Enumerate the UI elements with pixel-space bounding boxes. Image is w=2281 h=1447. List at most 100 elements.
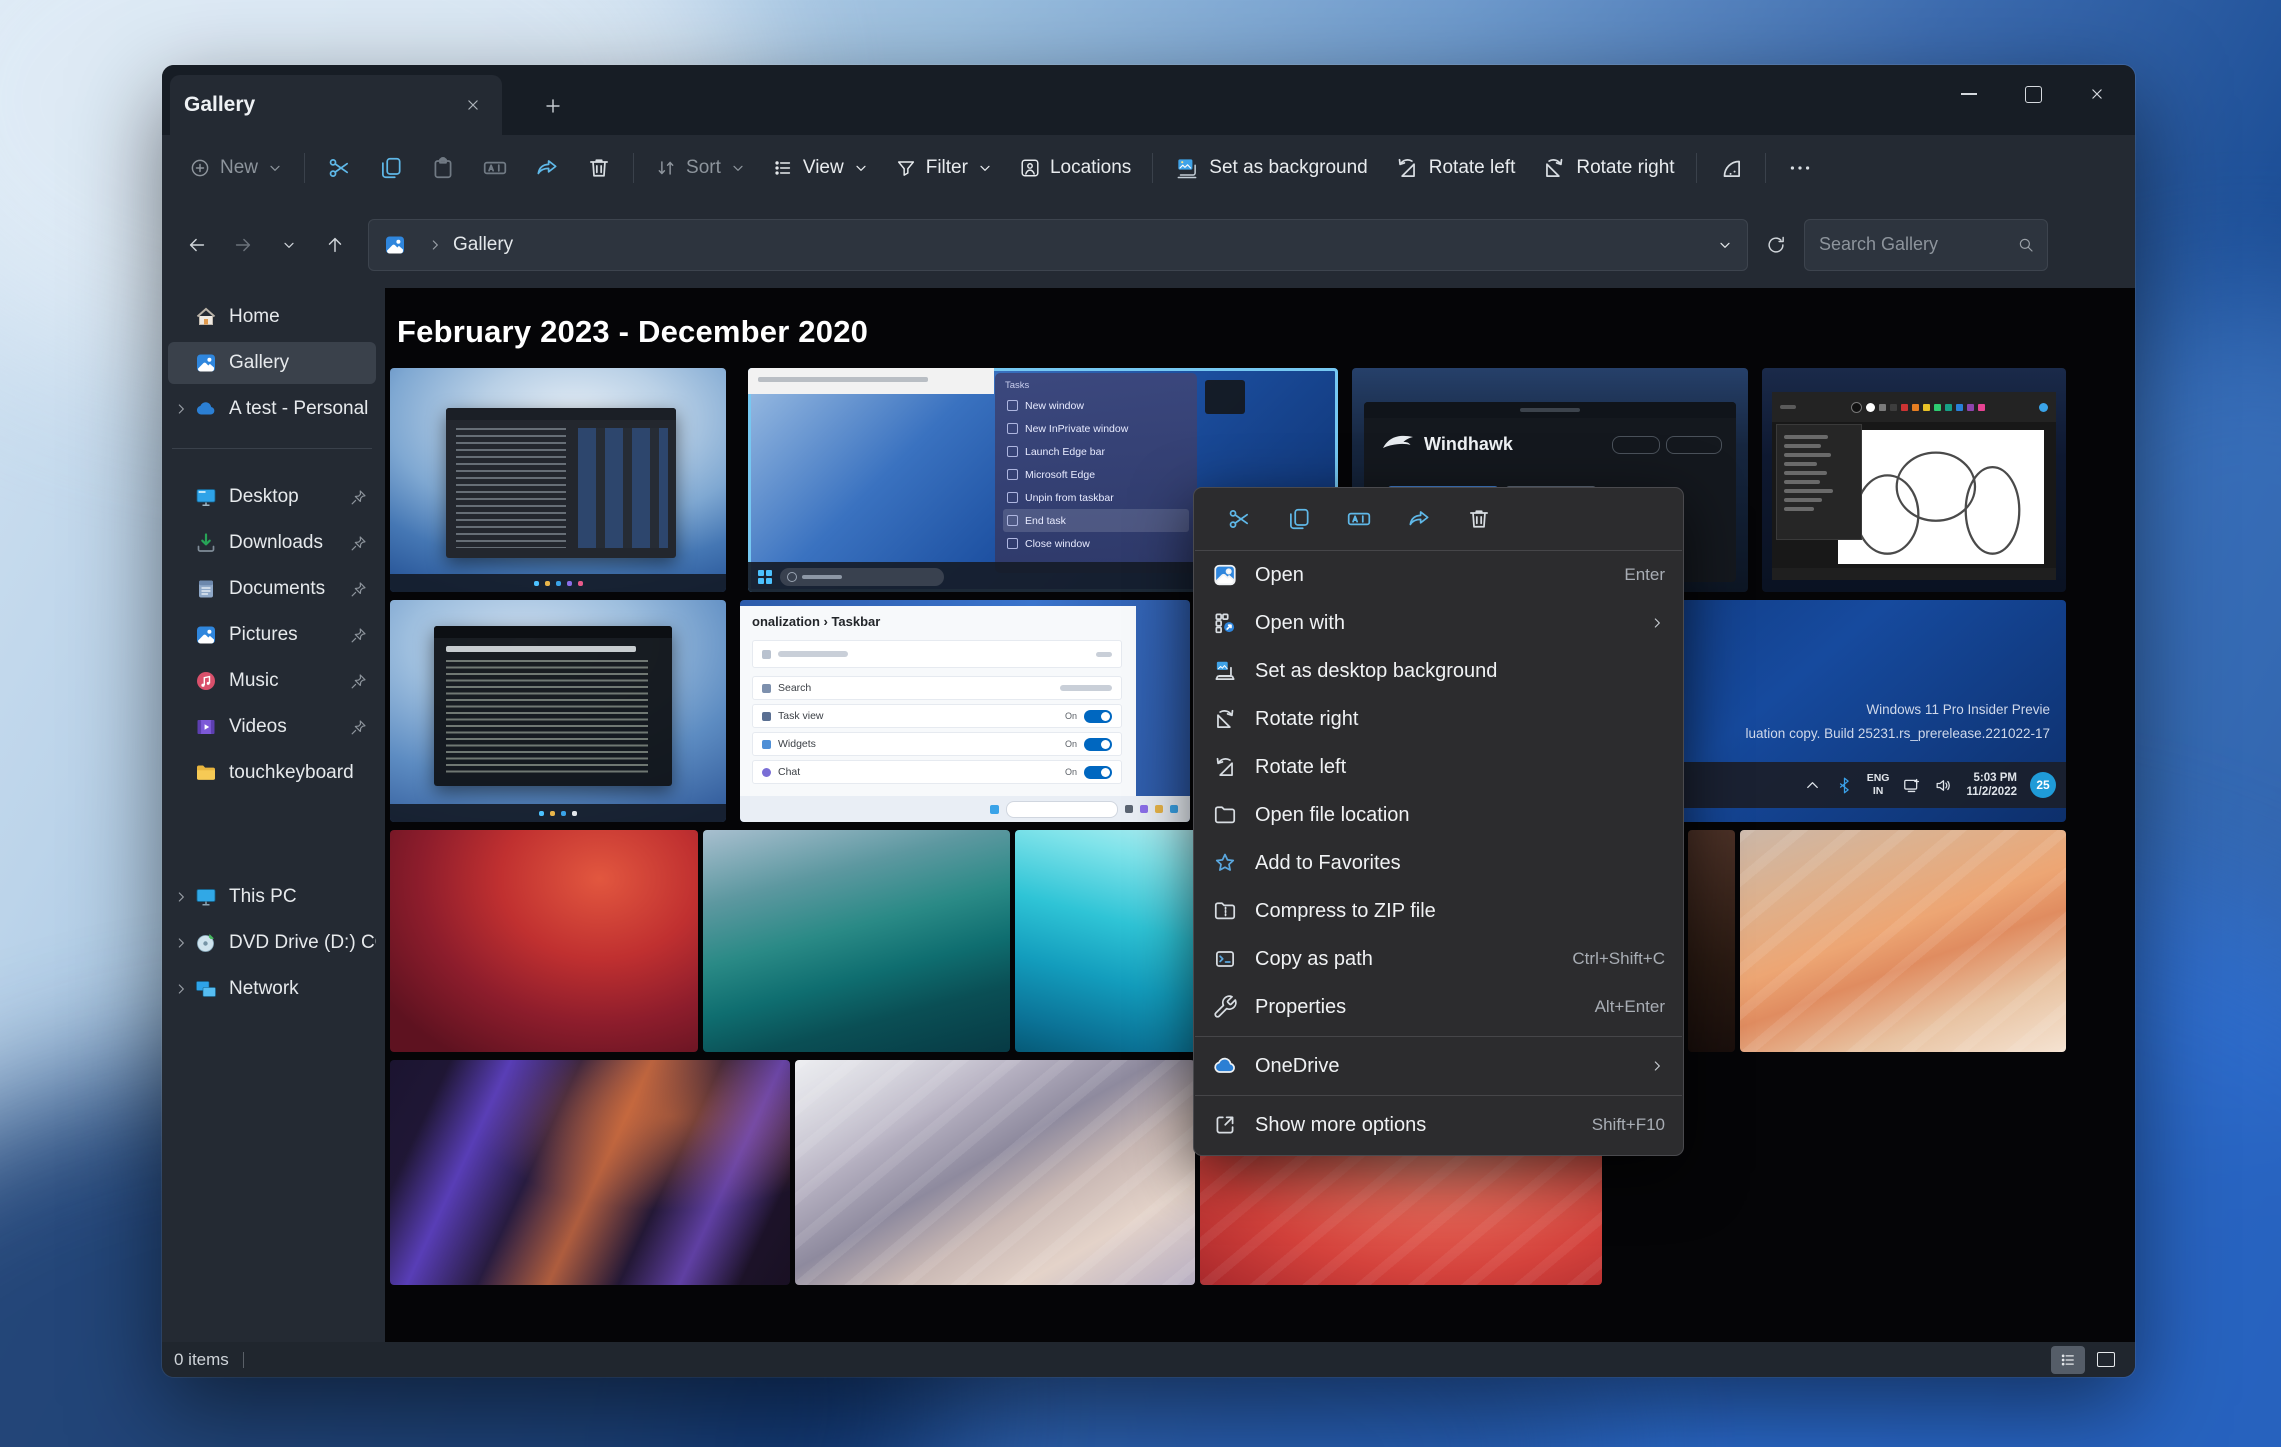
- chevron-right-icon[interactable]: [168, 981, 194, 997]
- thumbnail-view-toggle[interactable]: [2089, 1346, 2123, 1374]
- photo-thumbnail-partial[interactable]: [1688, 830, 1735, 1052]
- view-icon: [772, 157, 794, 179]
- jumplist-item: Launch Edge bar: [1003, 440, 1189, 463]
- chevron-right-icon[interactable]: [168, 401, 194, 417]
- settings-breadcrumb: onalization › Taskbar: [752, 614, 880, 629]
- breadcrumb-gallery[interactable]: Gallery: [453, 234, 513, 256]
- sidebar-item-home[interactable]: Home: [168, 296, 376, 338]
- photo-thumbnail-red-abstract[interactable]: [390, 830, 698, 1052]
- search-box[interactable]: [1804, 219, 2048, 271]
- paste-button[interactable]: [417, 145, 469, 191]
- see-more-button[interactable]: [1774, 145, 1826, 191]
- photo-thumbnail-purple-glass[interactable]: [390, 1060, 790, 1285]
- tab-close-icon[interactable]: [458, 90, 488, 120]
- filter-icon: [895, 157, 917, 179]
- sidebar-item-pictures[interactable]: Pictures: [168, 614, 376, 656]
- address-breadcrumb-box[interactable]: Gallery: [368, 219, 1748, 271]
- sidebar-item-onedrive-personal[interactable]: A test - Personal: [168, 388, 376, 430]
- menu-item-add-to-favorites[interactable]: Add to Favorites: [1194, 839, 1683, 887]
- new-tab-button[interactable]: [534, 87, 572, 125]
- menu-item-rotate-right[interactable]: Rotate right: [1194, 695, 1683, 743]
- photo-thumbnail-terminal[interactable]: [390, 600, 726, 822]
- copy-as-path-icon: [1212, 946, 1238, 972]
- set-as-background-button[interactable]: Set as background: [1161, 145, 1380, 191]
- sidebar-item-label: Desktop: [229, 486, 349, 508]
- share-button[interactable]: [1390, 494, 1448, 544]
- rotate-right-icon: [1212, 706, 1238, 732]
- insider-watermark-line1: Windows 11 Pro Insider Previe: [1866, 702, 2050, 717]
- sidebar-item-this-pc[interactable]: This PC: [168, 876, 376, 918]
- sidebar-item-downloads[interactable]: Downloads: [168, 522, 376, 564]
- share-icon: [534, 155, 560, 181]
- photo-thumbnail-taskbar-settings[interactable]: onalization › Taskbar Search Task view: [740, 600, 1190, 822]
- address-dropdown-icon[interactable]: [1717, 237, 1733, 253]
- close-button[interactable]: [2065, 71, 2129, 117]
- photo-thumbnail-orange-silk[interactable]: [1740, 830, 2066, 1052]
- sidebar-item-label: Network: [229, 978, 376, 1000]
- chevron-down-icon: [977, 160, 993, 176]
- photo-thumbnail-taskmanager[interactable]: [390, 368, 726, 592]
- details-view-toggle[interactable]: [2051, 1346, 2085, 1374]
- folder-icon: [194, 761, 218, 785]
- chevron-right-icon[interactable]: [168, 889, 194, 905]
- menu-item-show-more-options[interactable]: Show more options Shift+F10: [1194, 1101, 1683, 1149]
- rotate-right-button[interactable]: Rotate right: [1528, 145, 1687, 191]
- chevron-down-icon: [853, 160, 869, 176]
- sort-button[interactable]: Sort: [642, 145, 759, 191]
- back-button[interactable]: [174, 223, 220, 267]
- menu-item-copy-as-path[interactable]: Copy as path Ctrl+Shift+C: [1194, 935, 1683, 983]
- sidebar-item-touchkeyboard[interactable]: touchkeyboard: [168, 752, 376, 794]
- sidebar-item-dvd-drive[interactable]: DVD Drive (D:) CCC: [168, 922, 376, 964]
- settings-row-label: Chat: [778, 766, 1058, 778]
- sidebar-item-documents[interactable]: Documents: [168, 568, 376, 610]
- search-icon: [2017, 236, 2035, 254]
- new-button[interactable]: New: [176, 145, 296, 191]
- search-input[interactable]: [1817, 233, 2017, 256]
- sidebar-item-gallery[interactable]: Gallery: [168, 342, 376, 384]
- refresh-button[interactable]: [1754, 223, 1798, 267]
- cut-button[interactable]: [1210, 494, 1268, 544]
- copy-button[interactable]: [365, 145, 417, 191]
- menu-item-properties[interactable]: Properties Alt+Enter: [1194, 983, 1683, 1031]
- delete-button[interactable]: [1450, 494, 1508, 544]
- delete-button[interactable]: [573, 145, 625, 191]
- locations-button[interactable]: Locations: [1006, 145, 1144, 191]
- menu-item-rotate-left[interactable]: Rotate left: [1194, 743, 1683, 791]
- rename-button[interactable]: [469, 145, 521, 191]
- menu-item-compress-to-zip[interactable]: Compress to ZIP file: [1194, 887, 1683, 935]
- rename-icon: [482, 155, 508, 181]
- cut-button[interactable]: [313, 145, 365, 191]
- sidebar-item-desktop[interactable]: Desktop: [168, 476, 376, 518]
- menu-item-onedrive[interactable]: OneDrive: [1194, 1042, 1683, 1090]
- chevron-right-icon[interactable]: [168, 935, 194, 951]
- menu-item-open[interactable]: Open Enter: [1194, 551, 1683, 599]
- tab-gallery[interactable]: Gallery: [170, 75, 502, 135]
- rename-button[interactable]: [1330, 494, 1388, 544]
- menu-divider: [1195, 1095, 1682, 1096]
- plus-circle-icon: [189, 157, 211, 179]
- copy-button[interactable]: [1270, 494, 1328, 544]
- up-button[interactable]: [312, 223, 358, 267]
- downloads-icon: [194, 531, 218, 555]
- menu-item-set-as-desktop-background[interactable]: Set as desktop background: [1194, 647, 1683, 695]
- preview-pane-button[interactable]: [1705, 145, 1757, 191]
- forward-button[interactable]: [220, 223, 266, 267]
- filter-button[interactable]: Filter: [882, 145, 1006, 191]
- sidebar-item-music[interactable]: Music: [168, 660, 376, 702]
- menu-item-open-with[interactable]: Open with: [1194, 599, 1683, 647]
- rotate-left-button[interactable]: Rotate left: [1381, 145, 1529, 191]
- sidebar-item-videos[interactable]: Videos: [168, 706, 376, 748]
- minimize-button[interactable]: [1937, 71, 2001, 117]
- photo-thumbnail-gray-silk[interactable]: [795, 1060, 1195, 1285]
- view-button[interactable]: View: [759, 145, 882, 191]
- photo-thumbnail-teal-abstract[interactable]: [703, 830, 1010, 1052]
- thumbnail-taskbar: [390, 574, 726, 592]
- sidebar-item-network[interactable]: Network: [168, 968, 376, 1010]
- share-button[interactable]: [521, 145, 573, 191]
- recent-locations-button[interactable]: [266, 223, 312, 267]
- photo-thumbnail-paint-circles[interactable]: [1762, 368, 2066, 592]
- menu-item-open-file-location[interactable]: Open file location: [1194, 791, 1683, 839]
- paint-canvas: [1838, 430, 2044, 564]
- volume-icon: [1934, 776, 1953, 795]
- maximize-button[interactable]: [2001, 71, 2065, 117]
